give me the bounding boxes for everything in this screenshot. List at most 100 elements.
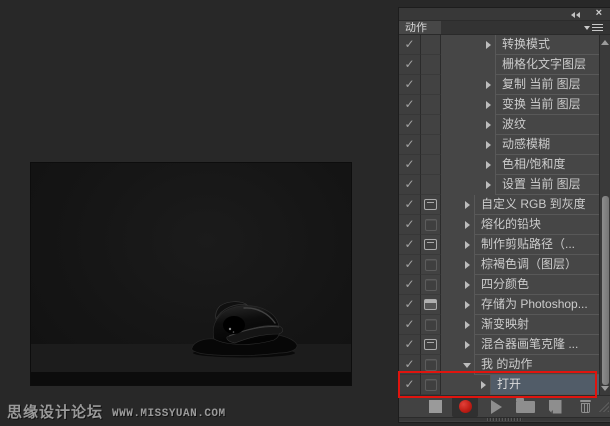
action-row-molten-lead[interactable]: ✓ 熔化的铅块 xyxy=(399,215,610,235)
expand-triangle-icon[interactable] xyxy=(460,221,474,229)
action-row-motion-blur[interactable]: ✓ 动感模糊 xyxy=(399,135,610,155)
expand-triangle-icon[interactable] xyxy=(481,121,495,129)
include-checkbox[interactable]: ✓ xyxy=(399,335,421,355)
scroll-up-icon[interactable] xyxy=(601,40,609,45)
dialog-toggle[interactable] xyxy=(421,35,441,55)
dialog-toggle[interactable] xyxy=(421,255,441,275)
action-row-hue-saturation[interactable]: ✓ 色相/饱和度 xyxy=(399,155,610,175)
dialog-toggle[interactable] xyxy=(421,295,441,315)
include-checkbox[interactable]: ✓ xyxy=(399,375,421,395)
row-label[interactable]: 打开 xyxy=(490,375,610,395)
delete-button[interactable] xyxy=(570,397,600,417)
panel-titlebar[interactable]: × xyxy=(399,7,610,21)
collapse-panel-icon[interactable] xyxy=(571,12,580,18)
action-row-mixer-brush-clone[interactable]: ✓ 混合器画笔克隆 ... xyxy=(399,335,610,355)
row-label[interactable]: 存储为 Photoshop... xyxy=(474,295,610,315)
include-checkbox[interactable]: ✓ xyxy=(399,155,421,175)
dialog-toggle[interactable] xyxy=(421,335,441,355)
row-label[interactable]: 制作剪贴路径（... xyxy=(474,235,610,255)
dialog-toggle[interactable] xyxy=(421,75,441,95)
dialog-toggle[interactable] xyxy=(421,175,441,195)
row-label[interactable]: 棕褐色调（图层） xyxy=(474,255,610,275)
action-row-sepia-toning[interactable]: ✓ 棕褐色调（图层） xyxy=(399,255,610,275)
dialog-toggle[interactable] xyxy=(421,95,441,115)
expand-triangle-icon[interactable] xyxy=(460,321,474,329)
new-action-button[interactable] xyxy=(540,397,570,417)
include-checkbox[interactable]: ✓ xyxy=(399,35,421,55)
dialog-toggle[interactable] xyxy=(421,135,441,155)
row-label[interactable]: 熔化的铅块 xyxy=(474,215,610,235)
row-label[interactable]: 设置 当前 图层 xyxy=(495,175,610,195)
panel-menu-icon[interactable] xyxy=(584,21,603,34)
row-label[interactable]: 自定义 RGB 到灰度 xyxy=(474,195,610,215)
tab-actions[interactable]: 动作 xyxy=(399,21,441,34)
new-set-button[interactable] xyxy=(510,397,540,417)
include-checkbox[interactable]: ✓ xyxy=(399,215,421,235)
expand-triangle-icon[interactable] xyxy=(460,341,474,349)
action-row-save-as-photoshop[interactable]: ✓ 存储为 Photoshop... xyxy=(399,295,610,315)
dialog-toggle[interactable] xyxy=(421,315,441,335)
expand-triangle-icon[interactable] xyxy=(460,241,474,249)
include-checkbox[interactable]: ✓ xyxy=(399,135,421,155)
action-row-rasterize-type[interactable]: ✓ 栅格化文字图层 xyxy=(399,55,610,75)
row-label[interactable]: 混合器画笔克隆 ... xyxy=(474,335,610,355)
include-checkbox[interactable]: ✓ xyxy=(399,255,421,275)
dialog-toggle[interactable] xyxy=(421,215,441,235)
row-label[interactable]: 复制 当前 图层 xyxy=(495,75,610,95)
expand-triangle-icon[interactable] xyxy=(481,141,495,149)
expand-triangle-icon[interactable] xyxy=(481,41,495,49)
expand-triangle-icon[interactable] xyxy=(460,301,474,309)
dialog-toggle[interactable] xyxy=(421,275,441,295)
scrollbar-thumb[interactable] xyxy=(602,196,609,385)
row-label[interactable]: 栅格化文字图层 xyxy=(495,55,610,75)
collapse-triangle-icon[interactable] xyxy=(460,362,474,368)
play-button[interactable] xyxy=(480,397,510,417)
expand-triangle-icon[interactable] xyxy=(481,181,495,189)
expand-triangle-icon[interactable] xyxy=(481,161,495,169)
row-label[interactable]: 转换模式 xyxy=(495,35,610,55)
include-checkbox[interactable]: ✓ xyxy=(399,75,421,95)
include-checkbox[interactable]: ✓ xyxy=(399,95,421,115)
expand-triangle-icon[interactable] xyxy=(481,101,495,109)
dialog-toggle[interactable] xyxy=(421,115,441,135)
scroll-down-icon[interactable] xyxy=(601,386,609,391)
row-label[interactable]: 色相/饱和度 xyxy=(495,155,610,175)
row-label[interactable]: 四分颜色 xyxy=(474,275,610,295)
dialog-toggle[interactable] xyxy=(421,155,441,175)
expand-triangle-icon[interactable] xyxy=(460,281,474,289)
action-row-ripple[interactable]: ✓ 波纹 xyxy=(399,115,610,135)
include-checkbox[interactable]: ✓ xyxy=(399,195,421,215)
row-label[interactable]: 动感模糊 xyxy=(495,135,610,155)
action-row-duplicate-layer[interactable]: ✓ 复制 当前 图层 xyxy=(399,75,610,95)
action-row-my-actions[interactable]: ✓ 我 的动作 xyxy=(399,355,610,375)
row-label[interactable]: 波纹 xyxy=(495,115,610,135)
dialog-toggle[interactable] xyxy=(421,55,441,75)
action-row-custom-rgb-to-gray[interactable]: ✓ 自定义 RGB 到灰度 xyxy=(399,195,610,215)
action-row-set-layer[interactable]: ✓ 设置 当前 图层 xyxy=(399,175,610,195)
record-button[interactable] xyxy=(452,396,478,417)
row-label[interactable]: 变换 当前 图层 xyxy=(495,95,610,115)
scrollbar[interactable] xyxy=(599,35,610,395)
expand-triangle-icon[interactable] xyxy=(481,81,495,89)
close-icon[interactable]: × xyxy=(596,7,602,20)
action-row-transform-layer[interactable]: ✓ 变换 当前 图层 xyxy=(399,95,610,115)
include-checkbox[interactable]: ✓ xyxy=(399,175,421,195)
include-checkbox[interactable]: ✓ xyxy=(399,115,421,135)
expand-triangle-icon[interactable] xyxy=(460,261,474,269)
include-checkbox[interactable]: ✓ xyxy=(399,275,421,295)
action-row-make-clipping-path[interactable]: ✓ 制作剪贴路径（... xyxy=(399,235,610,255)
stop-button[interactable] xyxy=(420,397,450,417)
expand-triangle-icon[interactable] xyxy=(476,381,490,389)
dialog-toggle[interactable] xyxy=(421,355,441,375)
dialog-toggle[interactable] xyxy=(421,235,441,255)
action-row-quadrant-colors[interactable]: ✓ 四分颜色 xyxy=(399,275,610,295)
dialog-toggle[interactable] xyxy=(421,195,441,215)
panel-resize-edge[interactable] xyxy=(399,417,610,421)
action-row-convert-mode[interactable]: ✓ 转换模式 xyxy=(399,35,610,55)
action-row-open-selected[interactable]: ✓ 打开 xyxy=(399,375,610,395)
include-checkbox[interactable]: ✓ xyxy=(399,235,421,255)
dialog-toggle[interactable] xyxy=(421,375,441,395)
include-checkbox[interactable]: ✓ xyxy=(399,315,421,335)
include-checkbox[interactable]: ✓ xyxy=(399,295,421,315)
include-checkbox[interactable]: ✓ xyxy=(399,55,421,75)
